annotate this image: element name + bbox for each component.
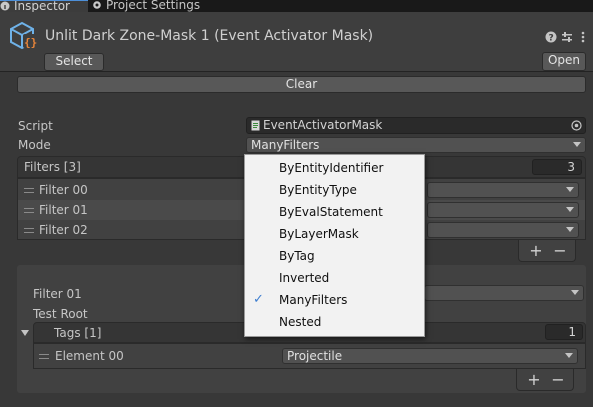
menu-item-manyfilters-label: ManyFilters: [279, 293, 348, 307]
foldout-arrow-icon[interactable]: [20, 327, 30, 337]
filter-type-dropdown[interactable]: [427, 182, 579, 198]
add-tag-button[interactable]: +: [527, 372, 541, 388]
filter-detail-dropdown[interactable]: [424, 285, 584, 301]
mode-dropdown-menu: ByEntityIdentifier ByEntityType ByEvalSt…: [244, 154, 425, 337]
filter-detail-label: Filter 01: [33, 287, 82, 301]
tab-inspector[interactable]: Inspector: [0, 0, 88, 12]
menu-item-bytag[interactable]: ByTag: [245, 245, 424, 267]
menu-item-inverted[interactable]: Inverted: [245, 267, 424, 289]
tag-value: Projectile: [287, 349, 343, 363]
drag-handle-icon[interactable]: [39, 354, 49, 359]
remove-filter-button[interactable]: −: [553, 243, 567, 259]
filters-list-footer: + −: [518, 240, 576, 262]
kebab-menu-icon[interactable]: [577, 31, 589, 43]
tags-list-footer: + −: [516, 369, 574, 391]
script-component-icon: {}: [7, 20, 39, 55]
mode-value: ManyFilters: [251, 138, 320, 152]
info-icon: [0, 1, 10, 11]
tab-inspector-label: Inspector: [14, 0, 70, 12]
list-item[interactable]: Element 00 Projectile: [34, 346, 585, 366]
gear-icon: [92, 0, 102, 10]
help-icon[interactable]: ?: [545, 31, 557, 44]
script-field[interactable]: EventActivatorMask: [246, 117, 586, 134]
svg-text:?: ?: [549, 34, 554, 44]
menu-item-byentitytype[interactable]: ByEntityType: [245, 179, 424, 201]
mode-label: Mode: [18, 138, 51, 152]
checkmark-icon: ✓: [253, 292, 264, 307]
object-title: Unlit Dark Zone-Mask 1 (Event Activator …: [45, 28, 374, 44]
object-picker-icon[interactable]: [571, 120, 582, 133]
script-file-icon: [251, 120, 260, 133]
menu-item-byevalstatement[interactable]: ByEvalStatement: [245, 201, 424, 223]
chevron-down-icon: [566, 227, 574, 232]
test-root-label: Test Root: [33, 307, 88, 321]
select-button[interactable]: Select: [44, 53, 104, 71]
preset-sliders-icon[interactable]: [561, 31, 573, 43]
remove-tag-button[interactable]: −: [551, 372, 565, 388]
menu-item-bylayermask[interactable]: ByLayerMask: [245, 223, 424, 245]
filter-item-label: Filter 00: [39, 183, 88, 197]
tag-value-dropdown[interactable]: Projectile: [282, 348, 578, 364]
svg-text:{}: {}: [24, 36, 37, 49]
tags-list: Element 00 Projectile: [33, 343, 586, 369]
tags-label: Tags [1]: [54, 326, 102, 340]
open-button[interactable]: Open: [542, 52, 586, 71]
chevron-down-icon: [566, 207, 574, 212]
chevron-down-icon: [566, 187, 574, 192]
inspector-header: {} Unlit Dark Zone-Mask 1 (Event Activat…: [0, 12, 593, 72]
menu-item-manyfilters[interactable]: ✓ ManyFilters: [245, 289, 424, 311]
tags-count-field[interactable]: 1: [545, 324, 583, 340]
chevron-down-icon: [565, 353, 573, 358]
chevron-down-icon: [573, 142, 581, 147]
mode-dropdown[interactable]: ManyFilters: [246, 137, 586, 153]
add-filter-button[interactable]: +: [529, 243, 543, 259]
drag-handle-icon[interactable]: [24, 188, 34, 193]
drag-handle-icon[interactable]: [24, 228, 34, 233]
menu-item-nested[interactable]: Nested: [245, 311, 424, 333]
tab-project-settings-label: Project Settings: [106, 0, 201, 12]
script-label: Script: [18, 119, 53, 133]
drag-handle-icon[interactable]: [24, 208, 34, 213]
element-label: Element 00: [55, 349, 124, 363]
clear-button[interactable]: Clear: [17, 76, 586, 93]
filter-item-label: Filter 01: [39, 203, 88, 217]
tab-project-settings[interactable]: Project Settings: [92, 0, 237, 12]
filters-label: Filters [3]: [24, 160, 81, 174]
filters-count-field[interactable]: 3: [532, 159, 582, 175]
script-value: EventActivatorMask: [263, 118, 383, 132]
filter-type-dropdown[interactable]: [427, 222, 579, 238]
filter-item-label: Filter 02: [39, 223, 88, 237]
chevron-down-icon: [571, 290, 579, 295]
menu-item-byentityidentifier[interactable]: ByEntityIdentifier: [245, 157, 424, 179]
filter-type-dropdown[interactable]: [427, 202, 579, 218]
tab-bar: Inspector Project Settings: [0, 0, 593, 12]
